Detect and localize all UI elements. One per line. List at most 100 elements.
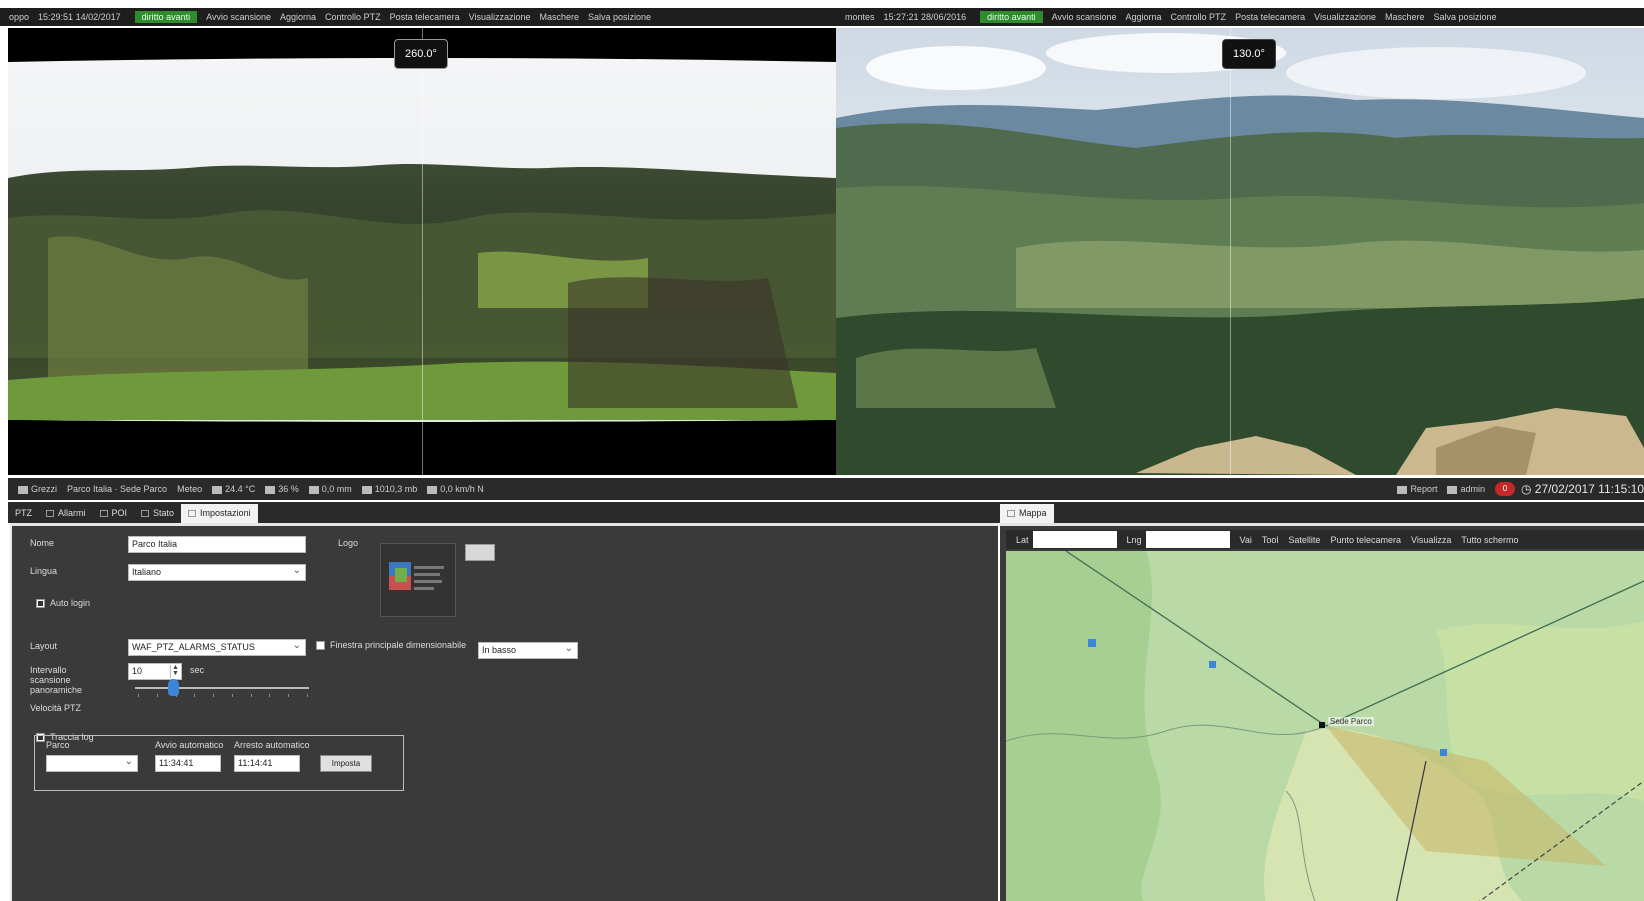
tab-settings[interactable]: Impostazioni (181, 504, 258, 523)
left-tab-bar: PTZ Allarmi POI Stato Impostazioni (8, 502, 1000, 523)
language-select[interactable]: Italiano (128, 564, 306, 581)
tab-map[interactable]: Mappa (1000, 504, 1054, 523)
map-camera-point[interactable]: Punto telecamera (1330, 535, 1401, 545)
language-label: Lingua (30, 566, 58, 576)
interval-value: 10 (132, 666, 143, 676)
interval-label: Intervallo scansione panoramiche (30, 665, 83, 695)
left-menu-refresh[interactable]: Aggiorna (280, 12, 316, 22)
main-window-position-value: In basso (482, 645, 517, 655)
auto-start-time[interactable]: 11:34:41 (155, 755, 221, 772)
auto-stop-time[interactable]: 11:14:41 (234, 755, 300, 772)
ptz-speed-slider-track[interactable] (135, 687, 309, 689)
status-right: Report admin 0 ◷ 27/02/2017 11:15:10 (1387, 478, 1644, 500)
spinner-arrows-icon[interactable]: ▲ ▼ (170, 664, 180, 678)
left-menu-save-position[interactable]: Salva posizione (588, 12, 651, 22)
report-button[interactable]: Report (1397, 484, 1437, 494)
site-name: Parco Italia · Sede Parco (67, 484, 168, 494)
lat-label: Lat (1016, 534, 1029, 545)
park-select[interactable] (46, 755, 138, 772)
map-view-menu[interactable]: Visualizza (1411, 535, 1451, 545)
site-tab[interactable]: Grezzi (18, 484, 57, 494)
right-menu-start-scan[interactable]: Avvio scansione (1052, 12, 1117, 22)
camera-map-label[interactable]: Sede Parco (1328, 717, 1374, 726)
map-fullscreen-button[interactable]: Tutto schermo (1461, 535, 1518, 545)
site-tab-label: Grezzi (31, 484, 58, 494)
wind-value: 0,0 km/h N (440, 484, 484, 494)
settings-icon (188, 510, 197, 517)
map-tool-menu[interactable]: Tool (1262, 535, 1279, 545)
tab-alarms[interactable]: Allarmi (39, 504, 93, 523)
autologin-checkbox[interactable] (36, 599, 45, 608)
main-window-position-select[interactable]: In basso (478, 642, 578, 659)
right-menu-view[interactable]: Visualizzazione (1314, 12, 1376, 22)
right-panorama-image (836, 28, 1644, 475)
right-menu-refresh[interactable]: Aggiorna (1126, 12, 1162, 22)
user-name: admin (1460, 484, 1485, 494)
left-menu-camera-post[interactable]: Posta telecamera (390, 12, 460, 22)
user-menu[interactable]: admin (1447, 484, 1485, 494)
tab-status[interactable]: Stato (134, 504, 181, 523)
right-tab-bar: Mappa (1000, 502, 1644, 523)
map-satellite-toggle[interactable]: Satellite (1288, 535, 1320, 545)
set-schedule-button[interactable]: Imposta (320, 755, 372, 772)
right-menu-save-position[interactable]: Salva posizione (1434, 12, 1497, 22)
humidity-readout: 36 % (265, 484, 299, 494)
right-camera-status-badge[interactable]: diritto avanti (980, 11, 1043, 23)
left-menu-start-scan[interactable]: Avvio scansione (206, 12, 271, 22)
rain-value: 0,0 mm (321, 484, 352, 494)
clock-datetime-value: 27/02/2017 11:15:10 (1534, 482, 1644, 496)
auto-start-value: 11:34:41 (159, 758, 194, 768)
auto-start-label: Avvio automatico (155, 740, 224, 750)
left-center-line (422, 28, 423, 475)
auto-stop-value: 11:14:41 (238, 758, 273, 768)
right-menu-camera-post[interactable]: Posta telecamera (1235, 12, 1305, 22)
map-panel: Lat Lng Vai Tool Satellite Punto telecam… (1000, 523, 1644, 901)
report-icon (1397, 485, 1408, 494)
map-go-button[interactable]: Vai (1240, 535, 1252, 545)
name-input[interactable]: Parco Italia (128, 536, 306, 553)
weather-label: Meteo (177, 484, 203, 494)
temperature-value: 24.4 °C (225, 484, 256, 494)
lat-input[interactable] (1032, 531, 1117, 548)
right-camera-view[interactable]: 130.0° (836, 28, 1644, 475)
report-label: Report (1410, 484, 1438, 494)
thermometer-icon (212, 485, 223, 494)
logo-browse-button[interactable] (465, 544, 495, 561)
left-camera-toolbar: oppo 15:29:51 14/02/2017 diritto avanti … (0, 8, 836, 26)
left-camera-view[interactable]: 260.0° (8, 28, 836, 475)
tab-poi[interactable]: POI (93, 504, 135, 523)
tab-ptz[interactable]: PTZ (8, 504, 39, 523)
settings-panel: Nome Parco Italia Lingua Italiano Logo A… (10, 523, 998, 901)
right-menu-ptz-control[interactable]: Controllo PTZ (1171, 12, 1227, 22)
tab-status-label: Stato (153, 508, 175, 518)
rain-readout: 0,0 mm (308, 484, 352, 494)
ptz-speed-label: Velocità PTZ (30, 703, 82, 713)
left-camera-timestamp: 15:29:51 14/02/2017 (38, 12, 121, 22)
app-window: oppo 15:29:51 14/02/2017 diritto avanti … (0, 0, 1644, 901)
interval-unit: sec (190, 665, 205, 675)
right-menu-masks[interactable]: Maschere (1385, 12, 1425, 22)
main-window-checkbox[interactable] (316, 641, 325, 650)
left-menu-ptz-control[interactable]: Controllo PTZ (325, 12, 381, 22)
map-canvas[interactable]: Sede Parco (1006, 551, 1644, 901)
interval-stepper[interactable]: 10 ▲ ▼ (128, 663, 182, 680)
right-center-line (1230, 28, 1231, 475)
lng-input[interactable] (1145, 531, 1230, 548)
logo-preview (380, 543, 456, 617)
layout-select[interactable]: WAF_PTZ_ALARMS_STATUS (128, 639, 306, 656)
park-label: Parco (46, 740, 70, 750)
layout-value: WAF_PTZ_ALARMS_STATUS (132, 642, 255, 652)
grid-icon (18, 485, 28, 494)
left-angle-indicator: 260.0° (394, 39, 448, 69)
left-menu-view[interactable]: Visualizzazione (469, 12, 531, 22)
left-camera-status-badge[interactable]: diritto avanti (134, 11, 198, 23)
alert-badge[interactable]: 0 (1494, 482, 1515, 496)
alarm-icon (46, 510, 54, 517)
auto-stop-label: Arresto automatico (234, 740, 310, 750)
right-camera-timestamp: 15:27:21 28/06/2016 (883, 12, 967, 22)
lng-label: Lng (1126, 534, 1142, 545)
layout-label: Layout (30, 641, 58, 651)
tab-ptz-label: PTZ (15, 508, 32, 518)
left-menu-masks[interactable]: Maschere (540, 12, 580, 22)
tab-settings-label: Impostazioni (200, 508, 251, 518)
